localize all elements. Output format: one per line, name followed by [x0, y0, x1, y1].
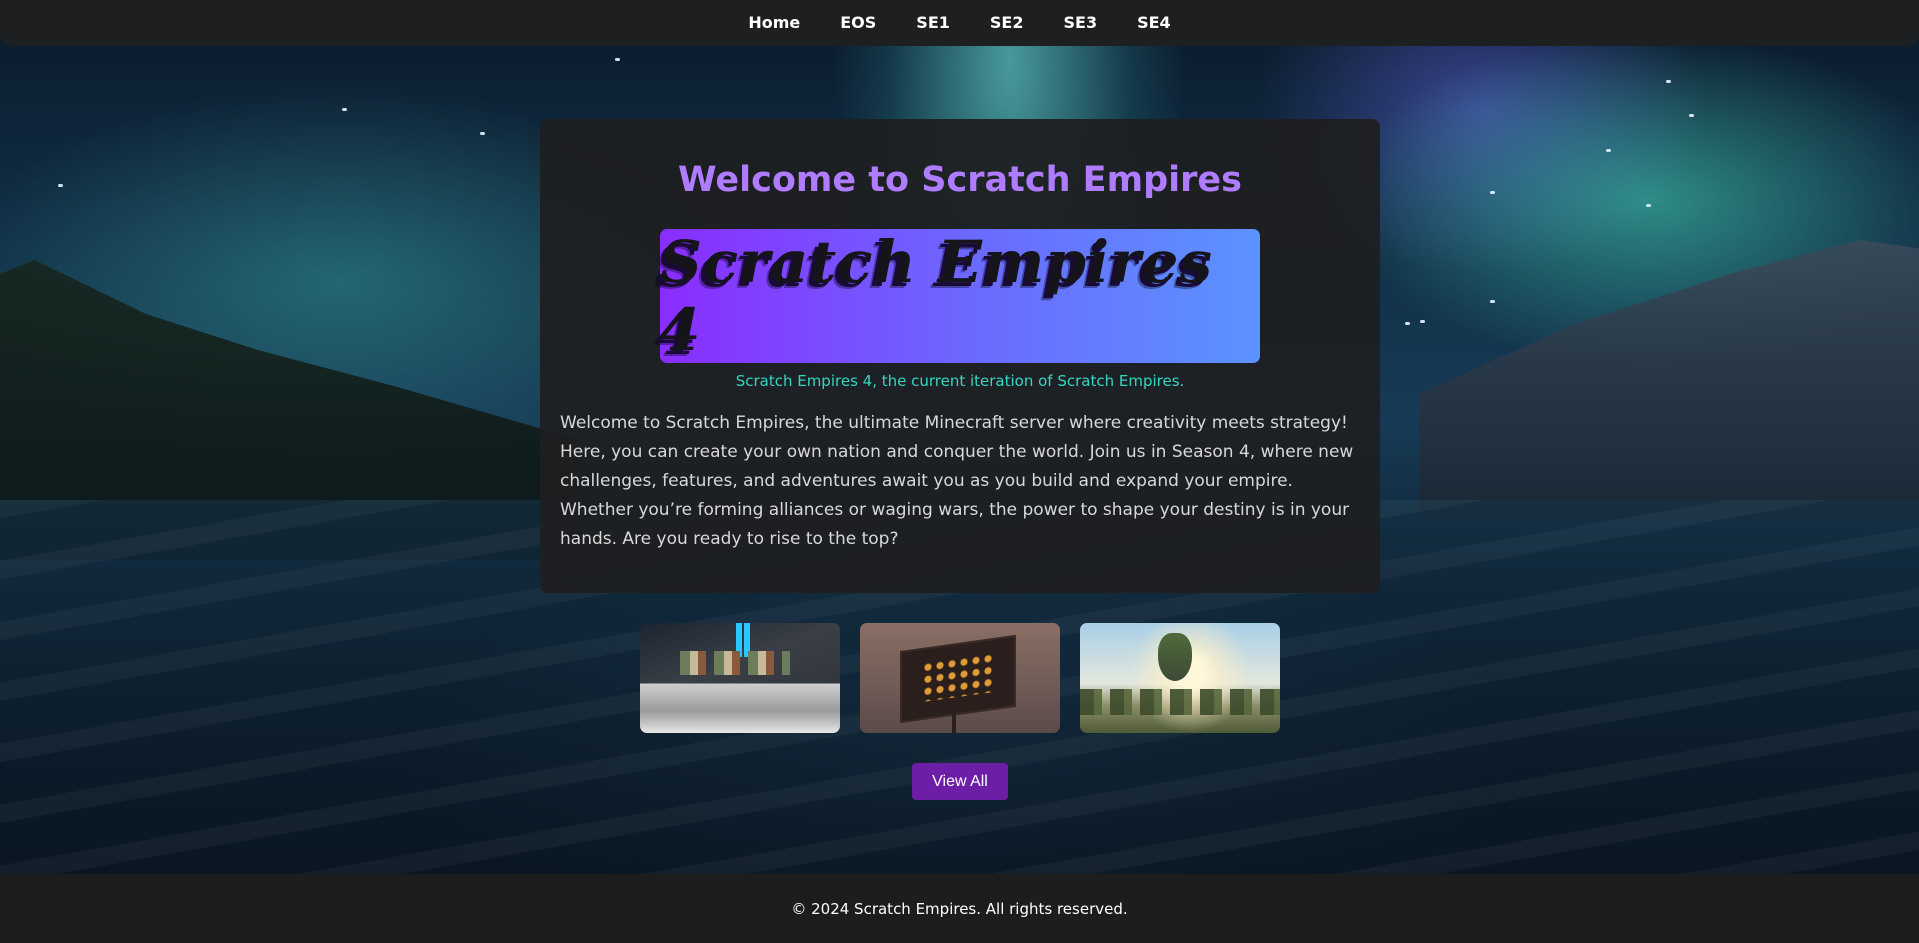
copyright-text: © 2024 Scratch Empires. All rights reser…	[791, 899, 1128, 918]
star	[342, 108, 347, 111]
tree-line	[1080, 689, 1280, 715]
nav-eos[interactable]: EOS	[820, 0, 896, 46]
star	[1689, 114, 1694, 117]
star	[615, 58, 620, 61]
gallery-thumbnail-sign[interactable]	[860, 623, 1060, 733]
nav-se4[interactable]: SE4	[1117, 0, 1191, 46]
welcome-card: Welcome to Scratch Empires Scratch Empir…	[540, 119, 1380, 593]
view-all-button[interactable]: View All	[912, 763, 1008, 800]
star	[1405, 322, 1410, 325]
players-group	[680, 651, 790, 675]
gallery-thumbnail-floating-island[interactable]	[1080, 623, 1280, 733]
nav-se2[interactable]: SE2	[970, 0, 1044, 46]
star	[1490, 191, 1495, 194]
nav-home[interactable]: Home	[728, 0, 820, 46]
star	[1666, 80, 1671, 83]
image-gallery	[640, 623, 1280, 733]
background-hill-right	[1419, 240, 1919, 520]
lit-sign-board	[900, 634, 1016, 724]
banner-logo-text: Scratch Empires 4	[660, 228, 1214, 364]
nav-se1[interactable]: SE1	[896, 0, 970, 46]
floating-island	[1158, 633, 1192, 681]
star	[1606, 149, 1611, 152]
season-banner: Scratch Empires 4	[660, 228, 1260, 364]
page-title: Welcome to Scratch Empires	[678, 160, 1242, 200]
gallery-thumbnail-build[interactable]	[640, 623, 840, 733]
page-footer: © 2024 Scratch Empires. All rights reser…	[0, 874, 1919, 943]
banner-caption: Scratch Empires 4, the current iteration…	[735, 372, 1185, 390]
star	[1420, 320, 1425, 323]
star	[1490, 300, 1495, 303]
star	[480, 132, 485, 135]
star	[1646, 204, 1651, 207]
intro-paragraph: Welcome to Scratch Empires, the ultimate…	[560, 413, 1354, 549]
star	[58, 184, 63, 187]
sign-pole	[952, 711, 956, 733]
top-navbar: Home EOS SE1 SE2 SE3 SE4	[0, 0, 1919, 46]
nav-se3[interactable]: SE3	[1043, 0, 1117, 46]
